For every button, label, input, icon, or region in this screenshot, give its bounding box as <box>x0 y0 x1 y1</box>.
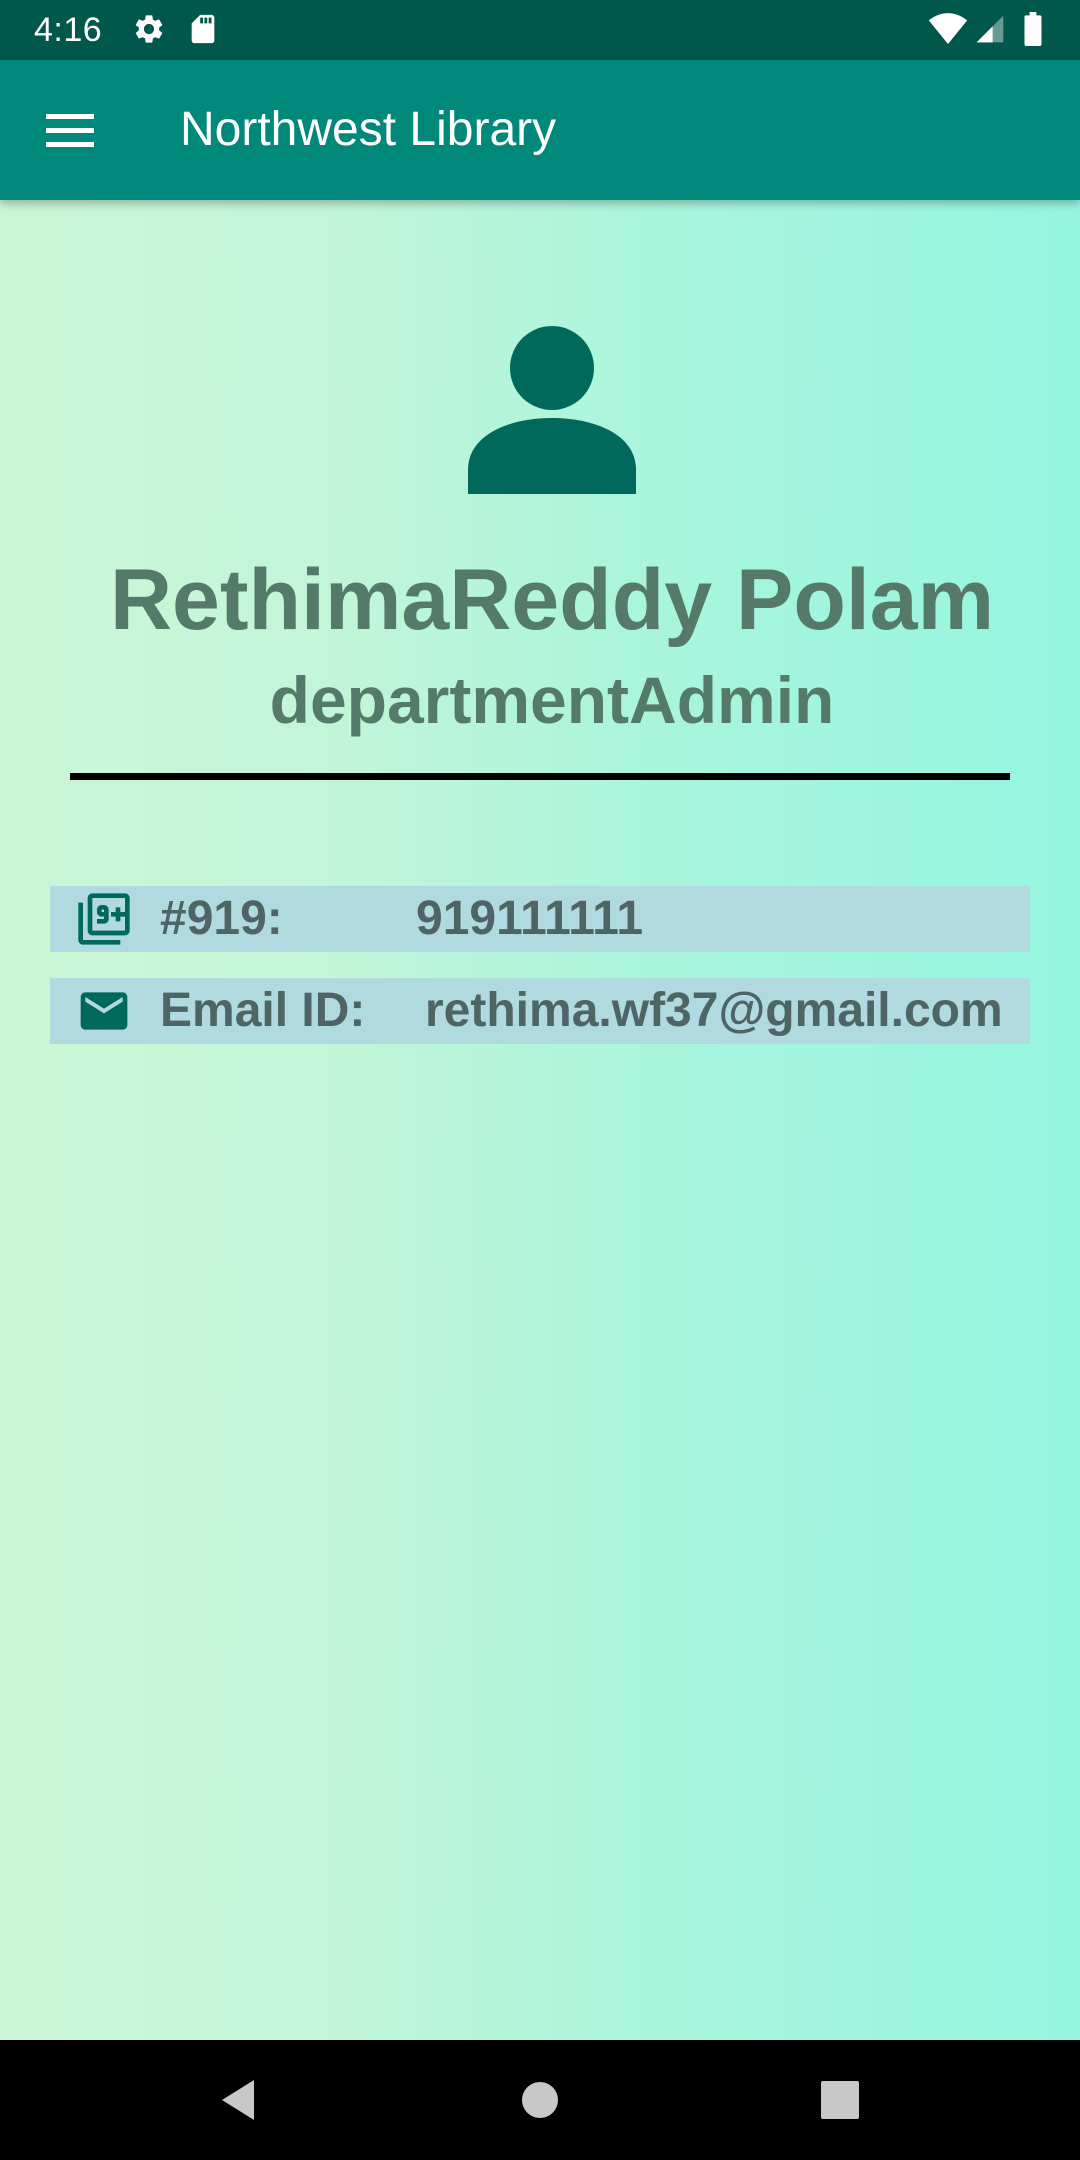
navigation-bar <box>0 2040 1080 2160</box>
person-icon <box>462 318 642 498</box>
app-title: Northwest Library <box>180 103 557 156</box>
back-icon <box>210 2080 270 2134</box>
email-value: rethima.wf37@gmail.com <box>425 984 1003 1037</box>
battery-icon <box>1024 12 1042 51</box>
status-time: 4:16 <box>34 11 103 49</box>
status-bar: 4:16 <box>0 0 1080 60</box>
recents-button[interactable] <box>810 2070 870 2130</box>
user-role: departmentAdmin <box>269 663 835 737</box>
divider <box>70 773 1010 780</box>
profile-content: RethimaReddy Polam departmentAdmin #919:… <box>0 200 1080 2040</box>
filter-9-plus-icon <box>76 891 132 947</box>
menu-icon <box>30 114 110 166</box>
home-icon <box>510 2082 570 2134</box>
sd-card-icon <box>186 12 220 51</box>
wifi-icon <box>928 12 968 51</box>
recents-icon <box>810 2081 870 2134</box>
home-button[interactable] <box>510 2070 570 2130</box>
cell-signal-icon <box>974 12 1006 51</box>
phone-row: #919: 919111111 <box>50 886 1030 952</box>
email-row: Email ID: rethima.wf37@gmail.com <box>50 978 1030 1044</box>
back-button[interactable] <box>210 2070 270 2130</box>
menu-button[interactable] <box>30 98 110 162</box>
email-label: Email ID: <box>160 984 366 1037</box>
phone-value: 919111111 <box>416 892 644 945</box>
phone-label: #919: <box>160 892 283 945</box>
user-name: RethimaReddy Polam <box>109 552 995 648</box>
settings-icon <box>132 12 166 51</box>
app-bar: Northwest Library <box>0 60 1080 200</box>
mail-icon <box>76 983 132 1039</box>
